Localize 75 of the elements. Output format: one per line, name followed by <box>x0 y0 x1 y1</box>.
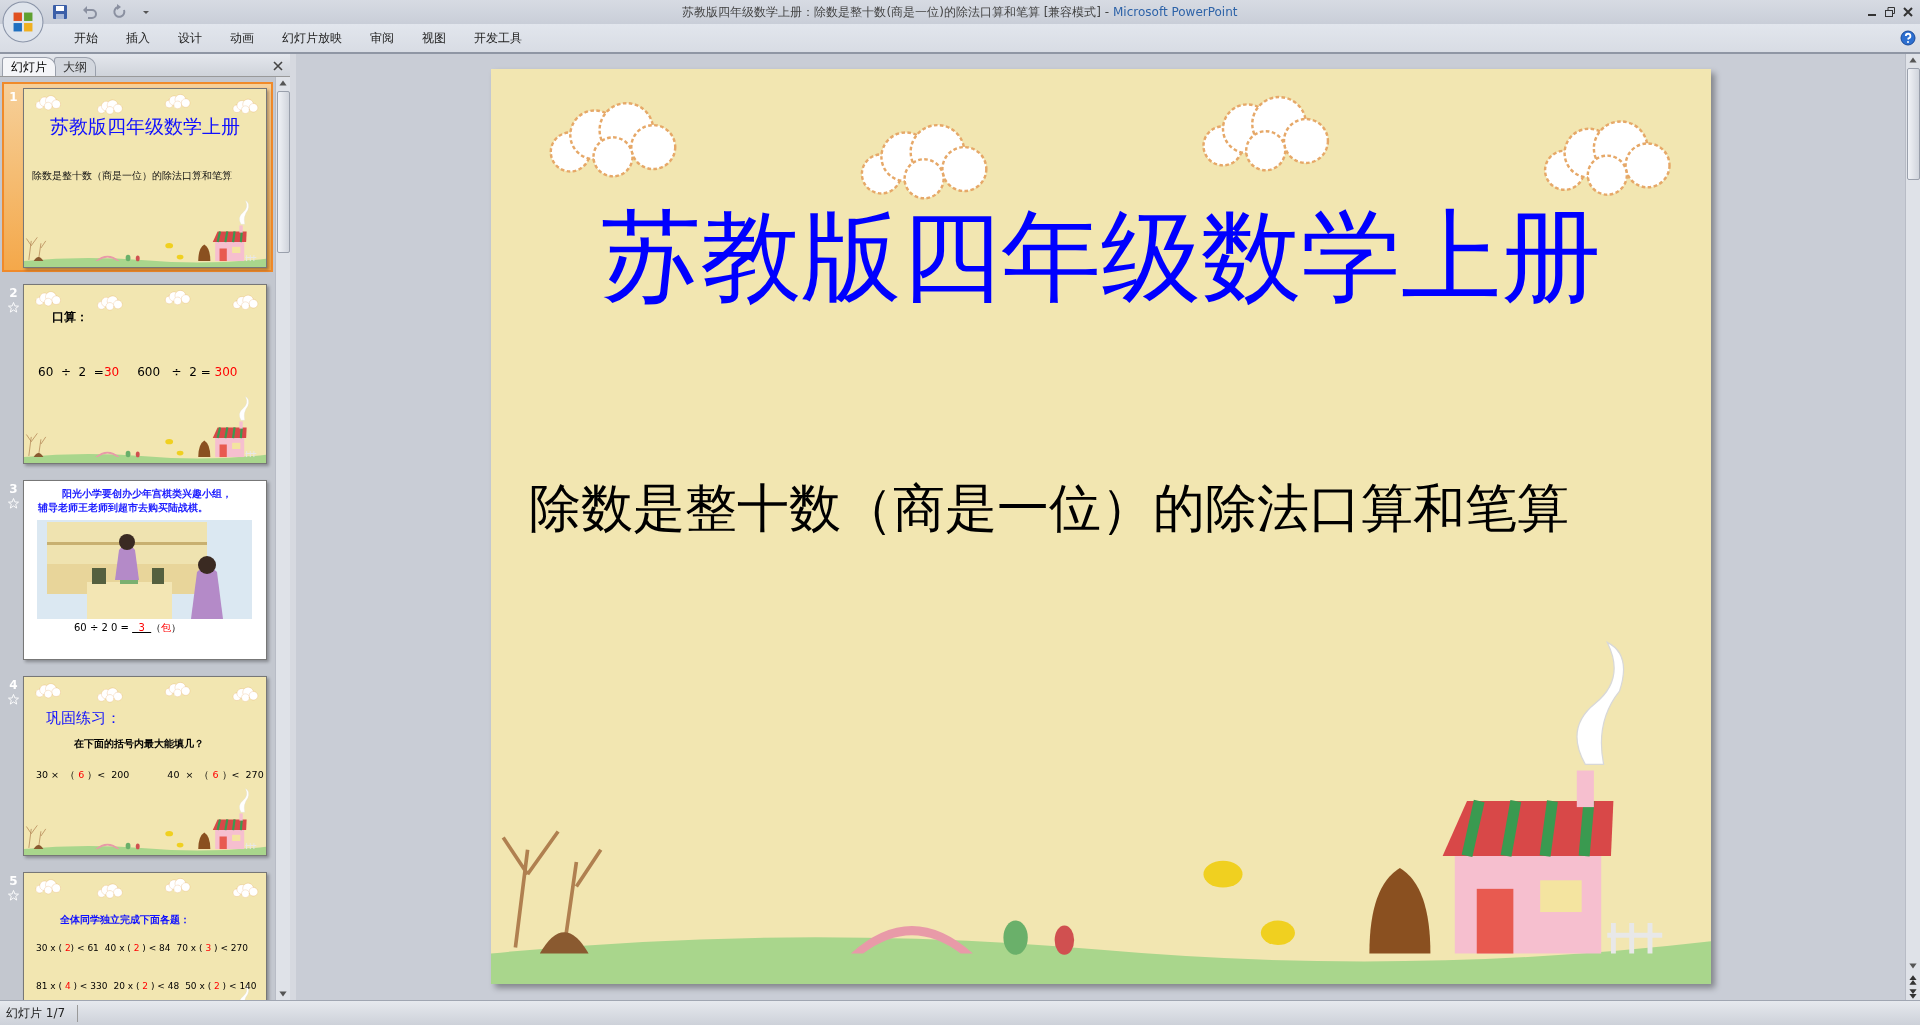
slide-number: 1 <box>9 90 18 104</box>
ribbon-tab[interactable]: 幻灯片放映 <box>268 26 356 50</box>
equation-text: 40 × （ 6 ）< 270 <box>167 769 264 782</box>
equation-text: 70 x ( 3 ) < 270 <box>176 943 248 953</box>
window-title: 苏教版四年级数学上册：除数是整十数(商是一位)的除法口算和笔算 [兼容模式] - Microsoft PowerPoint <box>682 3 1238 21</box>
ribbon-tab[interactable]: 审阅 <box>356 26 408 50</box>
thumbnail-heading: 巩固练习： <box>46 709 121 728</box>
slide-thumbnail[interactable]: 口算： 60 ÷ 2 =30 600 ÷ 2 = 300 <box>23 284 267 464</box>
cloud-drawing <box>35 879 61 895</box>
ribbon-tab[interactable]: 设计 <box>164 26 216 50</box>
problem-text: 阳光小学要创办少年宫棋类兴趣小组， <box>61 487 232 501</box>
cloud-drawing <box>35 683 61 699</box>
scrollbar-thumb[interactable] <box>276 91 290 253</box>
equation-text: 30 x ( 2) < 61 <box>36 943 99 953</box>
cloud-drawing <box>232 686 258 702</box>
equation-text: 600 ÷ 2 = 300 <box>137 365 238 379</box>
slide-thumbnail[interactable]: 巩固练习： 在下面的括号内最大能填几？ 30 × （ 6 ）< 200 40 × （ 6 ）< 270 <box>23 676 267 856</box>
ribbon-tab[interactable]: 插入 <box>112 26 164 50</box>
cloud-drawing <box>35 95 61 111</box>
help-icon[interactable] <box>1900 30 1916 46</box>
restore-icon[interactable] <box>1884 6 1896 18</box>
equation-text: 20 x ( 2 ) < 48 <box>113 981 180 991</box>
equation-text: 81 x ( 4 ) < 330 <box>36 981 108 991</box>
cloud-drawing <box>97 99 123 115</box>
save-icon[interactable] <box>52 4 68 20</box>
ribbon-tab[interactable]: 视图 <box>408 26 460 50</box>
slide-thumbnail[interactable]: 全体同学独立完成下面各题： 30 x ( 2) < 61 40 x ( 2 ) < 84 70 x ( 3 ) < 270 81 x ( 4 ) < 330 20 x ( 2 ) < 48 50 x ( 2 ) < 140 <box>23 872 267 1000</box>
previous-slide-icon[interactable] <box>1907 974 1919 986</box>
thumbnail-row[interactable]: 3 阳光小学要创办少年宫棋类兴趣小组， 辅导老师王老师到超市去购买陆战棋。 60 ÷ 2 0 = 3 （包） <box>2 474 273 664</box>
ribbon-tab[interactable]: 开发工具 <box>460 26 536 50</box>
cloud-drawing <box>97 883 123 899</box>
thumbnail-heading: 口算： <box>52 309 88 326</box>
cloud-drawing <box>232 98 258 114</box>
problem-text: 辅导老师王老师到超市去购买陆战棋。 <box>38 501 209 515</box>
cloud-drawing <box>232 294 258 310</box>
equation-text: 60 ÷ 2 0 = 3 （包） <box>74 621 182 635</box>
cloud-drawing <box>165 94 191 109</box>
thumbnail-subtitle: 除数是整十数（商是一位）的除法口算和笔算 <box>32 169 232 183</box>
thumbnail-question: 在下面的括号内最大能填几？ <box>74 737 204 751</box>
slide-number: 2 <box>9 286 18 300</box>
scrollbar-thumb[interactable] <box>1906 68 1920 180</box>
equation-text: 40 x ( 2 ) < 84 <box>104 943 171 953</box>
equation-text: 60 ÷ 2 =30 <box>38 365 120 379</box>
slide-number: 5 <box>9 874 18 888</box>
cloud-drawing <box>97 295 123 311</box>
slide-counter: 幻灯片 1/7 <box>0 1004 79 1022</box>
ribbon-tab[interactable]: 动画 <box>216 26 268 50</box>
slide-number: 4 <box>9 678 18 692</box>
slide-title: 苏教版四年级数学上册 <box>600 207 1601 307</box>
thumbnail-row[interactable]: 5 全体同学独立完成下面各题： 30 x ( 2) < 61 40 x ( 2 ) < 84 70 x ( 3 ) < 270 81 x ( 4 ) < 330 20 x ( 2 ) < 48 50 x ( 2 ) < 140 <box>2 866 273 1000</box>
caret-icon[interactable] <box>142 8 150 16</box>
cloud-drawing <box>97 687 123 703</box>
panel-tab[interactable]: 幻灯片 <box>2 57 56 76</box>
cloud-drawing <box>165 682 191 697</box>
slide-number: 3 <box>9 482 18 496</box>
close-icon[interactable] <box>272 60 284 72</box>
thumbnail-row[interactable]: 4 巩固练习： 在下面的括号内最大能填几？ 30 × （ 6 ）< 200 40 × （ 6 ）< 270 <box>2 670 273 860</box>
scrollbar[interactable] <box>1905 54 1920 1000</box>
scrollbar[interactable] <box>275 77 290 1000</box>
cloud-drawing <box>35 291 61 307</box>
thumbnail-heading: 全体同学独立完成下面各题： <box>60 913 190 927</box>
slide-thumbnail[interactable]: 阳光小学要创办少年宫棋类兴趣小组， 辅导老师王老师到超市去购买陆战棋。 60 ÷ 2 0 = 3 （包） <box>23 480 267 660</box>
panel-tab[interactable]: 大纲 <box>54 57 96 76</box>
cloud-drawing <box>165 878 191 893</box>
equation-text: 50 x ( 2 ) < 140 <box>185 981 257 991</box>
cloud-drawing <box>232 882 258 898</box>
thumbnail-title: 苏教版四年级数学上册 <box>50 117 240 136</box>
equation-text: 30 × （ 6 ）< 200 <box>36 769 130 782</box>
selected-thumbnail-row[interactable]: 1 苏教版四年级数学上册 除数是整十数（商是一位）的除法口算和笔算 <box>2 82 273 272</box>
thumbnail-row[interactable]: 2 口算： 60 ÷ 2 =30 600 ÷ 2 = 300 <box>2 278 273 468</box>
slide-thumbnail[interactable]: 苏教版四年级数学上册 除数是整十数（商是一位）的除法口算和笔算 <box>23 88 267 268</box>
close-icon[interactable] <box>1902 6 1914 18</box>
ribbon-tab[interactable]: 开始 <box>60 26 112 50</box>
cloud-drawing <box>165 290 191 305</box>
slide-subtitle: 除数是整十数（商是一位）的除法口算和笔算 <box>528 477 1569 540</box>
